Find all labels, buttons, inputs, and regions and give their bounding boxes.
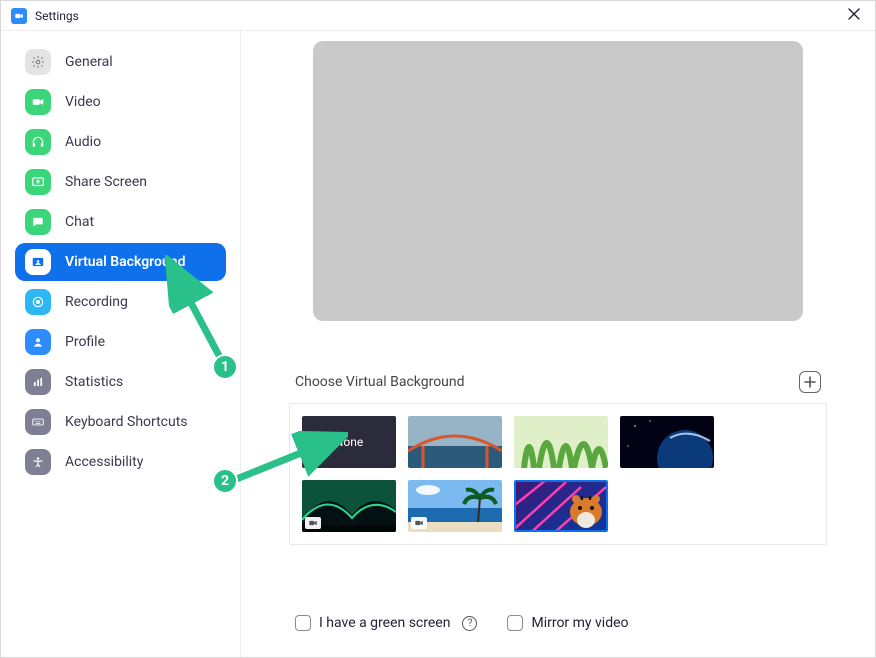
share-screen-icon	[25, 169, 51, 195]
sidebar-label: Statistics	[65, 374, 123, 390]
chat-icon	[25, 209, 51, 235]
sidebar-label: Keyboard Shortcuts	[65, 414, 188, 430]
green-screen-checkbox[interactable]: I have a green screen ?	[295, 615, 477, 631]
video-icon	[25, 89, 51, 115]
sidebar-item-shortcuts[interactable]: Keyboard Shortcuts	[15, 403, 226, 441]
video-badge-icon	[305, 517, 321, 529]
sidebar-item-chat[interactable]: Chat	[15, 203, 226, 241]
close-button[interactable]	[843, 7, 865, 25]
add-background-button[interactable]	[799, 371, 821, 393]
keyboard-icon	[25, 409, 51, 435]
checkbox-box	[295, 615, 311, 631]
video-badge-icon	[411, 517, 427, 529]
sidebar-item-general[interactable]: General	[15, 43, 226, 81]
gear-icon	[25, 49, 51, 75]
help-icon[interactable]: ?	[462, 616, 477, 631]
sidebar-item-audio[interactable]: Audio	[15, 123, 226, 161]
bg-thumb-tiger[interactable]	[514, 480, 608, 532]
statistics-icon	[25, 369, 51, 395]
green-screen-label: I have a green screen	[319, 615, 450, 631]
sidebar-label: General	[65, 54, 113, 70]
choose-bg-label: Choose Virtual Background	[295, 374, 465, 390]
headphones-icon	[25, 129, 51, 155]
sidebar-label: Share Screen	[65, 174, 147, 190]
mirror-video-checkbox[interactable]: Mirror my video	[507, 615, 628, 631]
annotation-badge-2: 2	[212, 468, 238, 494]
background-grid-box: None	[289, 403, 827, 545]
app-icon	[11, 8, 27, 24]
checkbox-box	[507, 615, 523, 631]
recording-icon	[25, 289, 51, 315]
profile-icon	[25, 329, 51, 355]
main-panel: Choose Virtual Background None	[241, 31, 875, 657]
bg-thumb-grass[interactable]	[514, 416, 608, 468]
mirror-label: Mirror my video	[531, 615, 628, 631]
sidebar-label: Video	[65, 94, 101, 110]
sidebar-label: Profile	[65, 334, 105, 350]
titlebar: Settings	[1, 1, 875, 31]
sidebar-label: Chat	[65, 214, 94, 230]
sidebar-item-accessibility[interactable]: Accessibility	[15, 443, 226, 481]
sidebar-item-share[interactable]: Share Screen	[15, 163, 226, 201]
virtual-background-icon	[25, 249, 51, 275]
annotation-badge-1: 1	[212, 354, 238, 380]
sidebar-label: Accessibility	[65, 454, 143, 470]
annotation-arrow-2	[228, 420, 348, 490]
titlebar-title: Settings	[35, 9, 79, 23]
accessibility-icon	[25, 449, 51, 475]
bg-thumb-bridge[interactable]	[408, 416, 502, 468]
sidebar-label: Audio	[65, 134, 101, 150]
bg-thumb-earth[interactable]	[620, 416, 714, 468]
video-preview	[313, 41, 803, 321]
bg-thumb-beach[interactable]	[408, 480, 502, 532]
sidebar-label: Recording	[65, 294, 128, 310]
sidebar-item-video[interactable]: Video	[15, 83, 226, 121]
